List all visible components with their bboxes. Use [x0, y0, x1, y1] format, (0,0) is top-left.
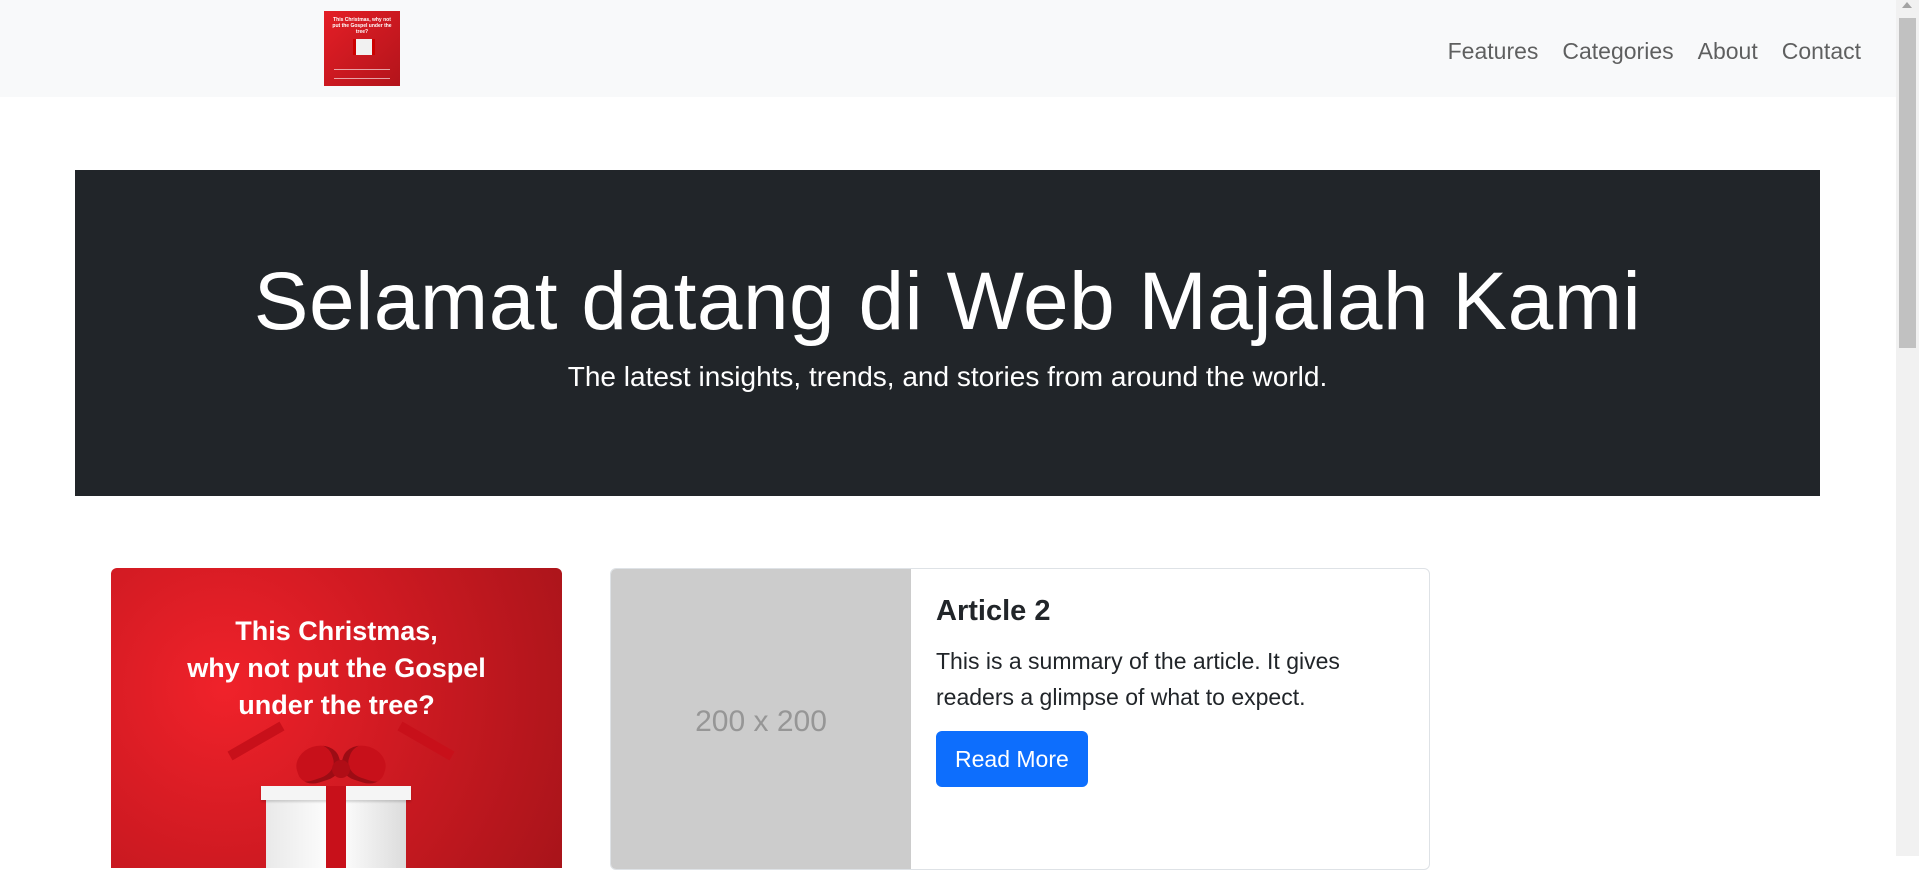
- nav-link-categories[interactable]: Categories: [1562, 36, 1673, 66]
- caption-line: why not put the Gospel: [187, 653, 486, 683]
- nav-link-features[interactable]: Features: [1448, 36, 1539, 66]
- hero-title: Selamat datang di Web Majalah Kami: [253, 256, 1642, 347]
- article-title: Article 2: [936, 595, 1051, 627]
- hero-banner: Selamat datang di Web Majalah Kami The l…: [75, 170, 1820, 496]
- logo-gift-icon: [353, 39, 375, 55]
- article-card-image[interactable]: This Christmas, why not put the Gospel u…: [111, 568, 562, 868]
- article-summary: This is a summary of the article. It giv…: [936, 648, 1340, 710]
- read-more-button[interactable]: Read More: [936, 731, 1088, 787]
- page-scrollbar[interactable]: [1896, 0, 1919, 856]
- logo-decoration: [334, 69, 390, 79]
- article-thumbnail: 200 x 200: [611, 569, 911, 869]
- ribbon-icon: [397, 721, 455, 761]
- ribbon-icon: [227, 721, 285, 761]
- caption-line: under the tree?: [238, 690, 435, 720]
- article-card-body: Article 2 This is a summary of the artic…: [936, 593, 1406, 787]
- nav-link-contact[interactable]: Contact: [1782, 36, 1861, 66]
- logo-text: This Christmas, why not put the Gospel u…: [332, 17, 392, 35]
- card-image-caption: This Christmas, why not put the Gospel u…: [111, 613, 562, 724]
- hero-subtitle: The latest insights, trends, and stories…: [567, 361, 1328, 392]
- article-card: 200 x 200 Article 2 This is a summary of…: [610, 568, 1430, 870]
- caption-line: This Christmas,: [235, 616, 438, 646]
- scrollbar-thumb[interactable]: [1899, 18, 1916, 348]
- nav-links: Features Categories About Contact: [1424, 36, 1861, 66]
- placeholder-label: 200 x 200: [695, 705, 827, 738]
- navbar: This Christmas, why not put the Gospel u…: [0, 0, 1896, 97]
- nav-link-about[interactable]: About: [1698, 36, 1758, 66]
- brand-logo[interactable]: This Christmas, why not put the Gospel u…: [324, 11, 400, 86]
- scroll-up-icon[interactable]: [1902, 2, 1912, 8]
